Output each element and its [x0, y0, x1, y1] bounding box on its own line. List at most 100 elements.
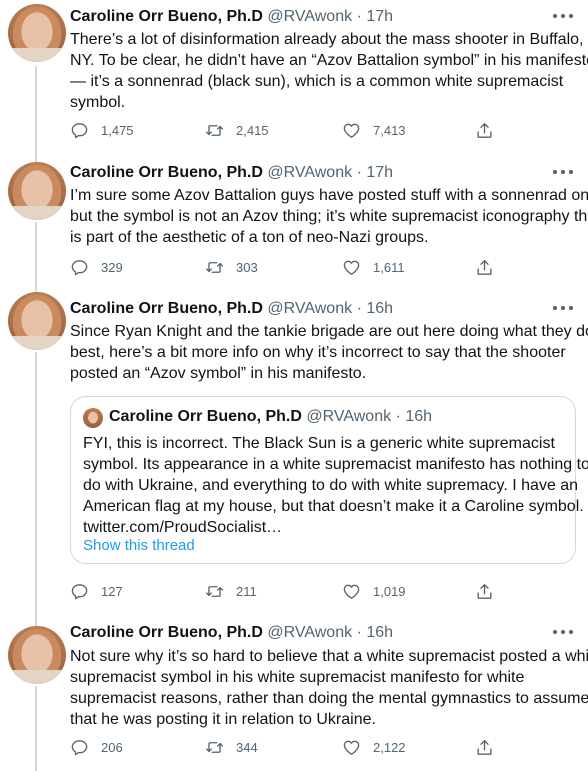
reply-count: 1,475 — [101, 122, 134, 138]
timestamp[interactable]: 17h — [366, 164, 393, 181]
tweet-text-line: supremacist reasons, rather than doing t… — [70, 690, 588, 707]
tweet-text: I’m sure some Azov Battalion guys have p… — [70, 185, 588, 248]
quoted-avatar — [83, 408, 103, 428]
tweet-actions: 1,475 2,415 7,413 — [70, 119, 500, 141]
timestamp[interactable]: 16h — [366, 624, 393, 641]
retweet-button[interactable]: 344 — [205, 736, 258, 758]
retweet-button[interactable]: 211 — [205, 580, 257, 602]
tweet-text-line: posted an “Azov symbol” in his manifesto… — [70, 365, 367, 382]
retweet-icon — [205, 124, 224, 136]
tweet-text-line: NY. To be clear, he didn’t have an “Azov… — [70, 52, 588, 69]
share-button[interactable] — [475, 119, 506, 141]
share-icon — [477, 122, 492, 138]
like-count: 1,019 — [373, 583, 406, 599]
reply-icon — [71, 122, 88, 138]
tweet-text-line: symbol. — [70, 94, 126, 111]
tweet-text-line: but the symbol is not an Azov thing; it’… — [70, 208, 588, 225]
heart-icon — [343, 584, 360, 599]
avatar[interactable] — [8, 626, 66, 684]
heart-icon — [343, 740, 360, 755]
tweet-header: Caroline Orr Bueno, Ph.D @RVAwonk · 17h — [70, 6, 393, 28]
tweet-text-line: that he was posting it in relation to Uk… — [70, 711, 376, 728]
quoted-author-handle: @RVAwonk — [306, 408, 392, 425]
quoted-text-line: do with Ukraine, and everything to do wi… — [83, 477, 579, 494]
reply-button[interactable]: 1,475 — [70, 119, 134, 141]
author-handle[interactable]: @RVAwonk — [267, 8, 352, 25]
like-button[interactable]: 2,122 — [342, 736, 406, 758]
retweet-icon — [205, 741, 224, 753]
show-thread-link[interactable]: Show this thread — [83, 537, 195, 554]
retweet-button[interactable]: 2,415 — [205, 119, 269, 141]
retweet-count: 211 — [236, 583, 257, 599]
share-icon — [477, 739, 492, 755]
tweet-text-line: There’s a lot of disinformation already … — [70, 31, 584, 48]
like-count: 2,122 — [373, 739, 406, 755]
avatar[interactable] — [8, 162, 66, 220]
like-button[interactable]: 1,019 — [342, 580, 406, 602]
like-count: 7,413 — [373, 122, 406, 138]
tweet[interactable]: Caroline Orr Bueno, Ph.D @RVAwonk · 16h … — [0, 286, 588, 620]
quoted-link[interactable]: twitter.com/ProudSocialist… — [83, 517, 569, 538]
tweet[interactable]: Caroline Orr Bueno, Ph.D @RVAwonk · 17h … — [0, 156, 588, 286]
author-handle[interactable]: @RVAwonk — [267, 624, 352, 641]
quoted-author-name: Caroline Orr Bueno, Ph.D — [109, 408, 302, 425]
tweet-text-line: Not sure why it’s so hard to believe tha… — [70, 648, 588, 665]
separator: · — [356, 164, 362, 181]
timestamp[interactable]: 17h — [366, 8, 393, 25]
author-name[interactable]: Caroline Orr Bueno, Ph.D — [70, 300, 263, 317]
reply-count: 329 — [101, 259, 123, 275]
tweet-actions: 206 344 2,122 — [70, 736, 500, 758]
retweet-button[interactable]: 303 — [205, 256, 258, 278]
author-name[interactable]: Caroline Orr Bueno, Ph.D — [70, 624, 263, 641]
quoted-tweet-text: FYI, this is incorrect. The Black Sun is… — [83, 433, 588, 538]
more-options-icon[interactable] — [552, 11, 574, 21]
more-options-icon[interactable] — [552, 627, 574, 637]
reply-button[interactable]: 206 — [70, 736, 123, 758]
retweet-icon — [205, 585, 224, 597]
quoted-text-line: FYI, this is incorrect. The Black Sun is… — [83, 435, 555, 452]
retweet-icon — [205, 261, 224, 273]
author-name[interactable]: Caroline Orr Bueno, Ph.D — [70, 8, 263, 25]
tweet-text-line: — it’s a sonnenrad (black sun), which is… — [70, 73, 564, 90]
separator: · — [356, 8, 362, 25]
author-handle[interactable]: @RVAwonk — [267, 300, 352, 317]
reply-count: 127 — [101, 583, 123, 599]
more-options-icon[interactable] — [552, 303, 574, 313]
share-button[interactable] — [475, 736, 506, 758]
quoted-tweet[interactable]: Caroline Orr Bueno, Ph.D @RVAwonk · 16h … — [70, 396, 588, 564]
tweet[interactable]: Caroline Orr Bueno, Ph.D @RVAwonk · 16h … — [0, 620, 588, 771]
tweet-text: There’s a lot of disinformation already … — [70, 29, 588, 113]
tweet-text: Since Ryan Knight and the tankie brigade… — [70, 321, 588, 384]
tweet-actions: 127 211 1,019 — [70, 580, 500, 602]
author-name[interactable]: Caroline Orr Bueno, Ph.D — [70, 164, 263, 181]
reply-button[interactable]: 329 — [70, 256, 123, 278]
reply-button[interactable]: 127 — [70, 580, 123, 602]
tweet-header: Caroline Orr Bueno, Ph.D @RVAwonk · 16h — [70, 622, 393, 644]
tweet-actions: 329 303 1,611 — [70, 256, 500, 278]
tweet-text-line: supremacist symbol in his white supremac… — [70, 669, 525, 686]
reply-icon — [71, 259, 88, 275]
author-handle[interactable]: @RVAwonk — [267, 164, 352, 181]
separator: · — [356, 300, 362, 317]
tweet-text-line: I’m sure some Azov Battalion guys have p… — [70, 187, 588, 204]
heart-icon — [343, 260, 360, 275]
like-count: 1,611 — [373, 259, 405, 275]
quoted-timestamp: 16h — [405, 408, 433, 425]
tweet-header: Caroline Orr Bueno, Ph.D @RVAwonk · 16h — [70, 298, 393, 320]
avatar[interactable] — [8, 4, 66, 62]
avatar[interactable] — [8, 292, 66, 350]
separator: · — [356, 624, 362, 641]
tweet[interactable]: Caroline Orr Bueno, Ph.D @RVAwonk · 17h … — [0, 0, 588, 156]
quoted-text-line: American flag at my house, but that does… — [83, 498, 584, 515]
timestamp[interactable]: 16h — [366, 300, 393, 317]
share-button[interactable] — [475, 256, 506, 278]
like-button[interactable]: 7,413 — [342, 119, 406, 141]
like-button[interactable]: 1,611 — [342, 256, 405, 278]
retweet-count: 303 — [236, 259, 258, 275]
more-options-icon[interactable] — [552, 167, 574, 177]
heart-icon — [343, 123, 360, 138]
retweet-count: 344 — [236, 739, 258, 755]
tweet-header: Caroline Orr Bueno, Ph.D @RVAwonk · 17h — [70, 162, 393, 184]
reply-count: 206 — [101, 739, 123, 755]
share-button[interactable] — [475, 580, 506, 602]
